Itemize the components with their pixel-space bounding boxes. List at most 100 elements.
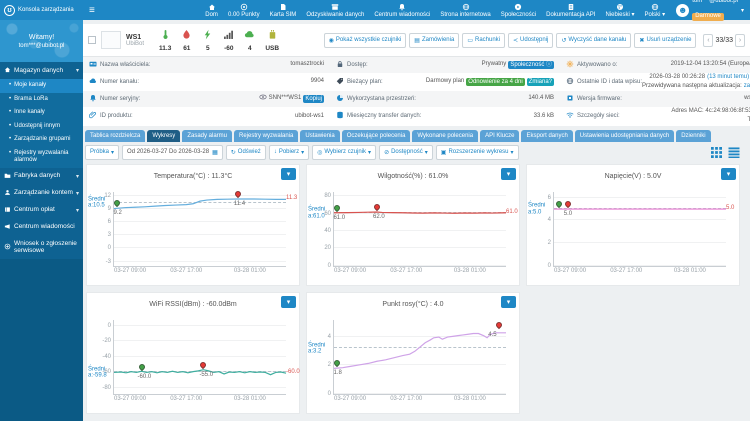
nav-item-strona-internetowa[interactable]: Strona internetowa	[435, 0, 495, 20]
zam-wienia-button[interactable]: ▤Zamówienia	[409, 33, 459, 48]
niebieski-icon	[616, 3, 624, 11]
charts-grid: Temperatura(°C) : 11.3°C▾129630-3Średnia…	[83, 163, 750, 414]
average-label: Średnia:61.0	[308, 207, 329, 220]
info-value: 140.4 MB	[528, 95, 554, 103]
nav-item-0-00-punkty[interactable]: 0.00 Punkty	[223, 0, 265, 20]
nav-item-odzyskiwanie-danych[interactable]: Odzyskiwanie danych	[301, 0, 369, 20]
wybierz-czujnik-button[interactable]: ◎Wybierz czujnik▾	[312, 145, 376, 160]
community-badge[interactable]: Społeczność ⓘ	[508, 61, 554, 69]
tab-ustawienia[interactable]: Ustawienia	[300, 130, 339, 142]
sidebar-section-magazyn-danych[interactable]: Magazyn danych▾	[0, 62, 83, 79]
chart-options-button[interactable]: ▾	[721, 168, 736, 180]
change-badge[interactable]: Zmiana?	[527, 78, 554, 86]
sensor-power: USB	[265, 27, 279, 53]
info-label: Dostęp:	[336, 60, 368, 70]
chevron-down-icon: ▾	[511, 149, 514, 156]
chart-plot: 806040200Średnia:61.061.062.061.003-27 0…	[333, 192, 506, 267]
tab-tablica-rozdzielcza[interactable]: Tablica rozdzielcza	[85, 130, 145, 142]
next-page-button[interactable]: ›	[735, 34, 745, 47]
sensor-value: 4	[248, 46, 252, 53]
nav-item-dokumentacja-api[interactable]: Dokumentacja API	[541, 0, 600, 20]
nav-item-karta-sim[interactable]: Karta SIM	[265, 0, 302, 20]
info-value-line: 140.4 MB	[528, 95, 554, 103]
renewal-badge[interactable]: Odnowienie za 4 dni	[466, 78, 524, 86]
date-range-input[interactable]: Od 2026-03-27 Do 2026-03-28 ▦	[122, 145, 223, 160]
pobierz-button[interactable]: ↓Pobierz▾	[269, 145, 309, 160]
sensor-voltage: 5	[202, 27, 213, 53]
device-model: UbiBot	[126, 41, 144, 47]
udost-pnij-button[interactable]: ≺Udostępnij	[508, 33, 553, 48]
chevron-down-icon: ▾	[741, 7, 744, 14]
nav-item-dom[interactable]: Dom	[200, 0, 223, 20]
avatar: ☻	[676, 4, 689, 17]
sidebar-section-zarz-dzanie-kontem[interactable]: Zarządzanie kontem▾	[0, 185, 83, 202]
dost-pno-button[interactable]: ⊘Dostępność▾	[379, 145, 433, 160]
nav-item-label: Strona internetowa	[440, 12, 490, 18]
info-label: Miesięczny transfer danych:	[336, 111, 421, 121]
sidebar-item-udost-pnij-innym[interactable]: •Udostępnij innym	[0, 120, 83, 134]
nav-item-centrum-wiadomo-ci[interactable]: Centrum wiadomości	[369, 0, 435, 20]
button-label: Rozszerzenie wykresu	[448, 149, 508, 155]
wyczy-dane-kana-u-button[interactable]: ↺Wyczyść dane kanału	[556, 33, 631, 48]
x-tick-label: 03-28 01:00	[454, 396, 486, 402]
tab-dzienniki[interactable]: Dzienniki	[676, 130, 710, 142]
tab-wykonane-polecenia[interactable]: Wykonane polecenia	[412, 130, 478, 142]
tab-eksport-danych[interactable]: Eksport danych	[521, 130, 572, 142]
sidebar-section-centrum-wiadomo-ci[interactable]: Centrum wiadomości	[0, 219, 83, 236]
copy-badge[interactable]: Kopiuj	[303, 95, 324, 103]
x-tick-label: 03-27 17:00	[610, 268, 642, 274]
trash-icon: ✖	[639, 37, 644, 44]
list-view-icon[interactable]	[728, 147, 740, 158]
menu-toggle-icon[interactable]: ≡	[89, 5, 95, 16]
chart-plot: 6420Średnia:5.05.05.003-27 09:0003-27 17…	[553, 192, 726, 267]
rozszerzenie-wykresu-button[interactable]: ▣Rozszerzenie wykresu▾	[436, 145, 519, 160]
zarz-dzanie-kontem-icon	[4, 189, 11, 198]
sidebar-section-centrum-op-at[interactable]: Centrum opłat▾	[0, 202, 83, 219]
sidebar-item-moje-kana-y[interactable]: •Moje kanały	[0, 79, 83, 93]
button-label: Rachunki	[475, 37, 500, 43]
tab-oczekuj-ce-polecenia[interactable]: Oczekujące polecenia	[342, 130, 411, 142]
sidebar-section-wniosek-o-zg-oszenie-serwisowe[interactable]: Wniosek o zgłoszenie serwisowe	[0, 236, 83, 260]
tab-wykresy[interactable]: Wykresy	[147, 130, 180, 142]
rachunki-button[interactable]: ▭Rachunki	[462, 33, 505, 48]
chart-card-humidity: Wilgotność(%) : 61.0%▾806040200Średnia:6…	[306, 164, 520, 286]
sidebar-item-inne-kana-y[interactable]: •Inne kanały	[0, 106, 83, 120]
dom-icon	[208, 3, 216, 11]
nav-item-spo-eczno-ci[interactable]: Społeczności	[496, 0, 541, 20]
sidebar-item-zarz-dzanie-grupami[interactable]: •Zarządzanie grupami	[0, 133, 83, 147]
sidebar-item-rejestry-wyzwalania-alarm-w[interactable]: •Rejestry wyzwalania alarmów	[0, 147, 83, 168]
orders-icon: ▤	[414, 37, 420, 44]
sample-select[interactable]: Próbka ▾	[85, 145, 119, 160]
sidebar-section-fabryka-danych[interactable]: Fabryka danych▾	[0, 168, 83, 185]
user-menu[interactable]: ☻ tom***@ubibot.pl Darmowe ▾	[670, 0, 750, 20]
bie-cy-plan-icon	[336, 77, 344, 87]
tab-zasady-alarmu[interactable]: Zasady alarmu	[182, 130, 232, 142]
nav-item-polski[interactable]: Polski ▾	[640, 0, 671, 20]
sidebar-item-label: Zarządzanie grupami	[14, 136, 70, 144]
prev-page-button[interactable]: ‹	[703, 34, 713, 47]
info-value-line: ws1_v2.6.8	[744, 95, 750, 103]
sidebar-section-label: Centrum opłat	[14, 206, 73, 214]
ostatnie-id-i-data-wpisu-icon	[566, 77, 574, 87]
eye-icon[interactable]	[259, 93, 267, 105]
nav-item-label: Karta SIM	[270, 12, 297, 18]
tab-api-klucze[interactable]: API Klucze	[480, 130, 519, 142]
device-pager: ‹ 33/33 ›	[703, 34, 745, 47]
grid-view-icon[interactable]	[711, 147, 722, 158]
tab-ustawienia-udost-pniania-danych[interactable]: Ustawienia udostępniania danych	[575, 130, 674, 142]
sidebar: Witamy! tom***@ubibot.pl Magazyn danych▾…	[0, 20, 83, 421]
main-content: WS1 UbiBot 11.3 61 5 -60 4 USB ◉Pokaż ws…	[83, 20, 750, 421]
sidebar-item-brama-lora[interactable]: •Brama LoRa	[0, 93, 83, 107]
chevron-down-icon: ▾	[76, 67, 79, 74]
nav-item-label: 0.00 Punkty	[228, 12, 260, 18]
poka-wszystkie-czujniki-button[interactable]: ◉Pokaż wszystkie czujniki	[324, 33, 407, 48]
nav-item-niebieski[interactable]: Niebieski ▾	[600, 0, 639, 20]
usu-urz-dzenie-button[interactable]: ✖Usuń urządzenie	[634, 33, 696, 48]
chart-options-button[interactable]: ▾	[281, 168, 296, 180]
device-checkbox[interactable]	[88, 36, 96, 44]
chart-options-button[interactable]: ▾	[501, 168, 516, 180]
od-wie-button[interactable]: ↻Odśwież	[226, 145, 266, 160]
tab-rejestry-wyzwalania[interactable]: Rejestry wyzwalania	[234, 130, 298, 142]
chart-options-button[interactable]: ▾	[281, 296, 296, 308]
chart-options-button[interactable]: ▾	[501, 296, 516, 308]
